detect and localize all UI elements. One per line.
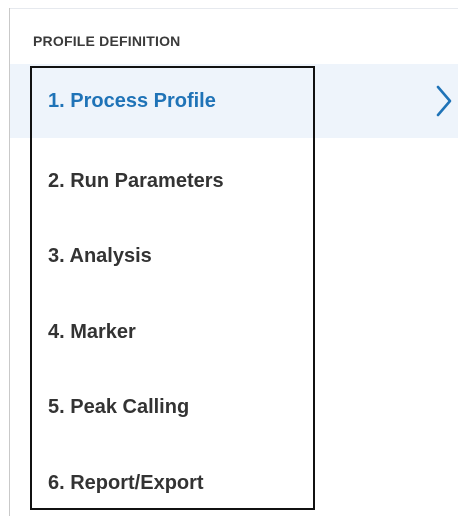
step-marker[interactable]: 4. Marker: [48, 321, 136, 344]
step-process-profile[interactable]: 1. Process Profile: [48, 90, 216, 113]
chevron-right-icon[interactable]: [434, 84, 454, 118]
step-run-parameters[interactable]: 2. Run Parameters: [48, 170, 224, 193]
step-report-export[interactable]: 6. Report/Export: [48, 472, 204, 495]
step-peak-calling[interactable]: 5. Peak Calling: [48, 396, 189, 419]
top-divider: [9, 8, 458, 9]
section-title: PROFILE DEFINITION: [33, 33, 181, 49]
steps-outline-frame: [30, 66, 315, 510]
profile-definition-panel: PROFILE DEFINITION 1. Process Profile 2.…: [0, 0, 458, 516]
step-analysis[interactable]: 3. Analysis: [48, 245, 152, 268]
